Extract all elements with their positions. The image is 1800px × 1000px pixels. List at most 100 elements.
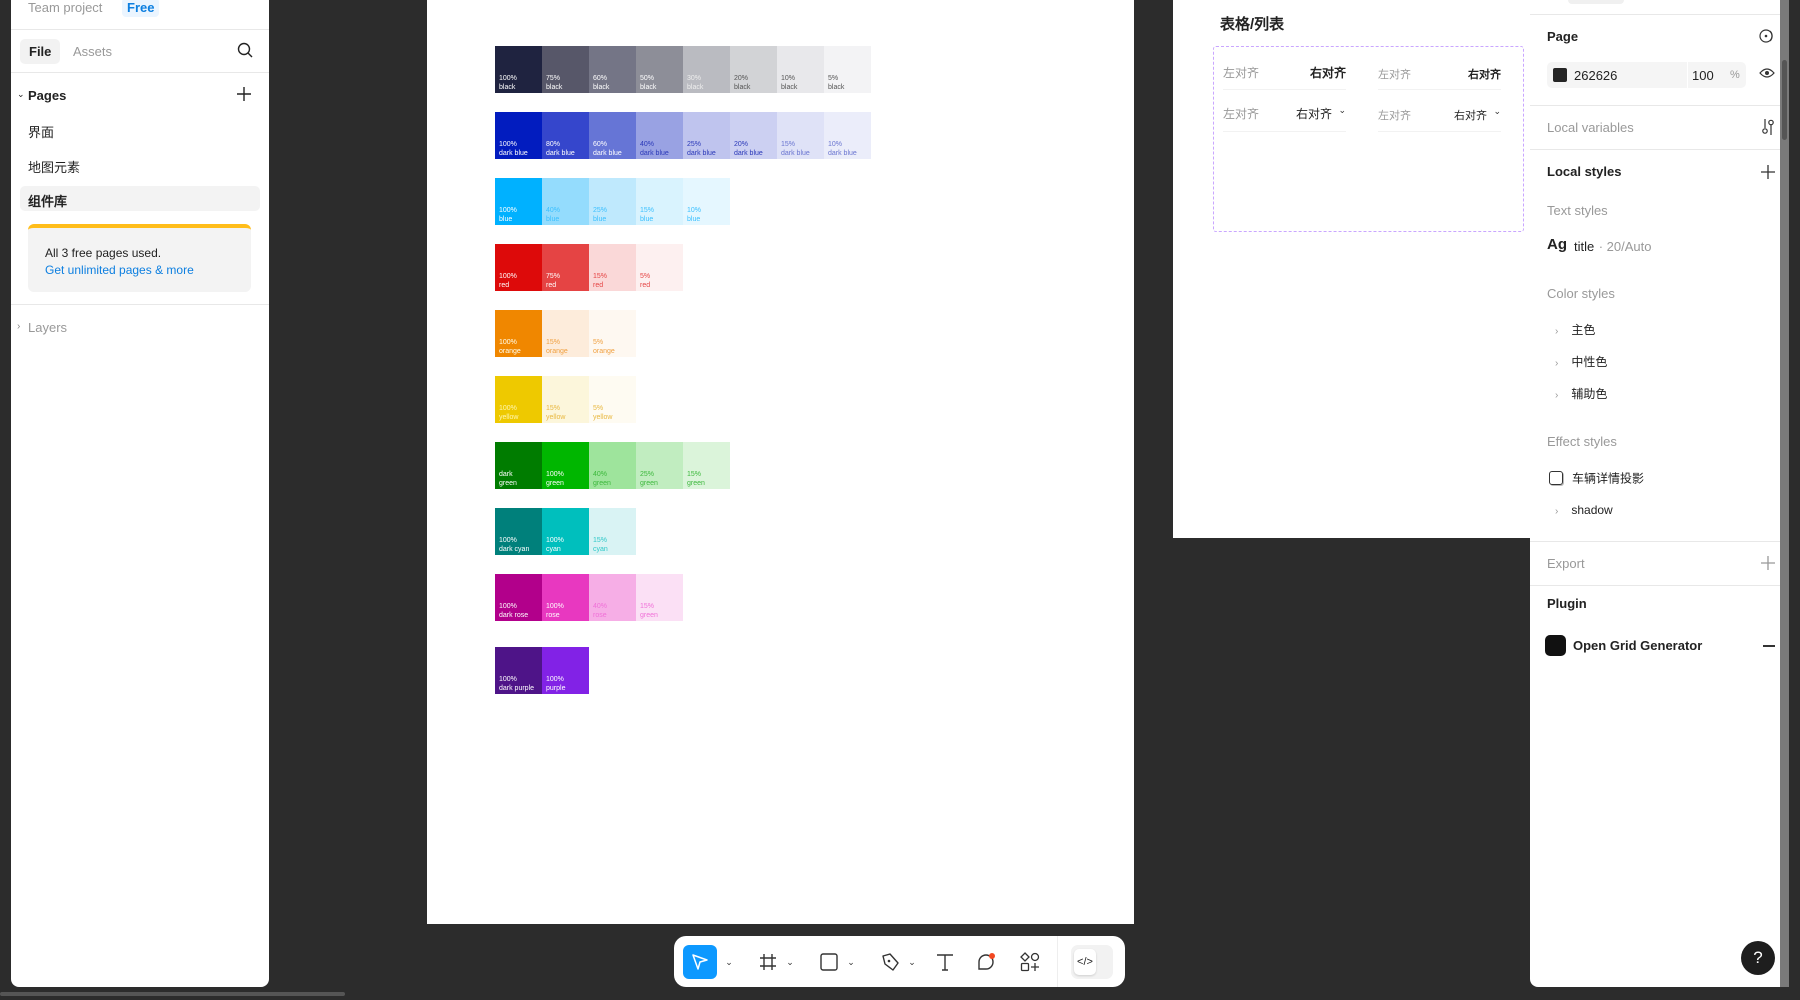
color-swatch-black[interactable]: 100% black	[495, 46, 542, 93]
color-group[interactable]: › 辅助色	[1555, 385, 1607, 403]
color-swatch-rose[interactable]: 100% rose	[542, 574, 589, 621]
color-swatch-red[interactable]: 100% red	[495, 244, 542, 291]
effect-group[interactable]: › shadow	[1555, 501, 1613, 519]
color-swatch-orange[interactable]: 100% orange	[495, 310, 542, 357]
color-swatch-black[interactable]: 50% black	[636, 46, 683, 93]
help-button[interactable]: ?	[1741, 941, 1775, 975]
dev-mode-toggle[interactable]: </>	[1071, 945, 1113, 979]
pen-tool-button[interactable]	[876, 945, 904, 979]
color-swatch-green[interactable]: 25% green	[636, 442, 683, 489]
color-swatch-black[interactable]: 10% black	[777, 46, 824, 93]
chevron-down-icon[interactable]: ⌄	[906, 945, 918, 979]
color-swatch-dark-blue[interactable]: 15% dark blue	[777, 112, 824, 159]
color-swatch-red[interactable]: 15% red	[589, 244, 636, 291]
color-swatch-purple[interactable]: 100% purple	[542, 647, 589, 694]
color-group[interactable]: › 主色	[1555, 321, 1595, 339]
color-group[interactable]: › 中性色	[1555, 353, 1607, 371]
color-swatch-green[interactable]: 100% green	[542, 442, 589, 489]
chevron-down-icon[interactable]: ⌄	[723, 945, 735, 979]
color-swatch-purple[interactable]: 100% dark purple	[495, 647, 542, 694]
plan-badge[interactable]: Free	[122, 0, 160, 17]
color-swatch-cyan[interactable]: 100% cyan	[542, 508, 589, 555]
color-swatch-green[interactable]: 40% green	[589, 442, 636, 489]
list-row[interactable]: 左对齐 右对齐	[1378, 47, 1501, 90]
color-swatch-blue[interactable]: 10% blue	[683, 178, 730, 225]
color-swatch-black[interactable]: 30% black	[683, 46, 730, 93]
color-swatch-blue[interactable]: 15% blue	[636, 178, 683, 225]
color-swatch-orange[interactable]: 5% orange	[589, 310, 636, 357]
opacity-value[interactable]: 100	[1692, 68, 1714, 83]
comment-tool-button[interactable]	[972, 945, 1000, 979]
page-item[interactable]: 地图元素	[28, 157, 80, 176]
color-swatch-dark-blue[interactable]: 80% dark blue	[542, 112, 589, 159]
chevron-down-icon[interactable]: ⌄	[845, 945, 857, 979]
component-set[interactable]: 左对齐 右对齐 左对齐 右对齐 左对齐 右对齐 ⌄ 左对齐 右对齐 ⌄	[1213, 46, 1524, 232]
table-list-frame[interactable]: 表格/列表 左对齐 右对齐 左对齐 右对齐 左对齐 右对齐 ⌄ 左对齐 右对齐 …	[1173, 0, 1530, 538]
search-icon[interactable]	[237, 42, 253, 58]
chevron-right-icon[interactable]: ›	[17, 321, 20, 332]
list-row-dropdown[interactable]: 左对齐 右对齐 ⌄	[1223, 90, 1346, 132]
chevron-down-icon[interactable]: ⌄	[1493, 106, 1501, 117]
page-item[interactable]: 界面	[28, 122, 54, 141]
color-swatch-blue[interactable]: 25% blue	[589, 178, 636, 225]
color-swatch-green[interactable]: 15% green	[683, 442, 730, 489]
color-swatch-red[interactable]: 5% red	[636, 244, 683, 291]
tab-assets[interactable]: Assets	[73, 44, 112, 59]
variables-icon[interactable]	[1761, 119, 1775, 135]
color-swatch-rose[interactable]: 40% rose	[589, 574, 636, 621]
remove-plugin-icon[interactable]	[1763, 645, 1775, 647]
project-name[interactable]: Team project	[28, 0, 102, 15]
eye-icon[interactable]	[1759, 67, 1775, 79]
upgrade-link[interactable]: Get unlimited pages & more	[45, 263, 194, 277]
color-swatch-rose[interactable]: 100% dark rose	[495, 574, 542, 621]
color-swatch-cyan[interactable]: 100% dark cyan	[495, 508, 542, 555]
tab-file[interactable]: File	[20, 39, 61, 64]
chevron-down-icon[interactable]: ⌄	[17, 89, 25, 100]
color-swatch-dark-blue[interactable]: 40% dark blue	[636, 112, 683, 159]
page-item-selected[interactable]: 组件库	[20, 186, 260, 211]
shape-tool-button[interactable]	[815, 945, 843, 979]
color-swatch-red[interactable]: 75% red	[542, 244, 589, 291]
frame-tool-button[interactable]	[754, 945, 782, 979]
page-bg-color-field[interactable]: 262626 100 %	[1547, 62, 1746, 88]
chevron-down-icon[interactable]: ⌄	[784, 945, 796, 979]
color-swatch[interactable]	[1553, 68, 1567, 82]
color-swatch-dark-blue[interactable]: 25% dark blue	[683, 112, 730, 159]
color-swatch-black[interactable]: 60% black	[589, 46, 636, 93]
color-swatch-dark-blue[interactable]: 100% dark blue	[495, 112, 542, 159]
layers-heading[interactable]: Layers	[28, 320, 67, 335]
list-row-dropdown[interactable]: 左对齐 右对齐 ⌄	[1378, 90, 1501, 132]
color-swatch-dark-blue[interactable]: 60% dark blue	[589, 112, 636, 159]
hex-value[interactable]: 262626	[1574, 68, 1617, 83]
color-swatch-green[interactable]: dark green	[495, 442, 542, 489]
color-swatch-cyan[interactable]: 15% cyan	[589, 508, 636, 555]
chevron-down-icon[interactable]: ⌄	[1338, 105, 1346, 116]
text-style-item[interactable]: title · 20/Auto	[1574, 238, 1651, 256]
color-swatch-black[interactable]: 5% black	[824, 46, 871, 93]
styles-icon[interactable]	[1759, 28, 1775, 44]
assets-tool-button[interactable]	[1016, 945, 1044, 979]
add-page-icon[interactable]	[237, 87, 251, 101]
color-swatch-black[interactable]: 20% black	[730, 46, 777, 93]
color-swatch-black[interactable]: 75% black	[542, 46, 589, 93]
color-swatch-yellow[interactable]: 15% yellow	[542, 376, 589, 423]
add-export-icon[interactable]	[1761, 556, 1775, 570]
vertical-scrollbar[interactable]	[1780, 0, 1789, 987]
color-swatch-dark-blue[interactable]: 10% dark blue	[824, 112, 871, 159]
color-swatch-rose[interactable]: 15% green	[636, 574, 683, 621]
color-swatch-dark-blue[interactable]: 20% dark blue	[730, 112, 777, 159]
local-variables[interactable]: Local variables	[1547, 120, 1634, 135]
horizontal-scrollbar[interactable]	[0, 992, 345, 996]
scrollbar-thumb[interactable]	[1782, 60, 1787, 140]
list-row[interactable]: 左对齐 右对齐	[1223, 47, 1346, 90]
color-swatch-orange[interactable]: 15% orange	[542, 310, 589, 357]
add-style-icon[interactable]	[1761, 165, 1775, 179]
effect-style-item[interactable]: 车辆详情投影	[1549, 469, 1644, 487]
color-swatch-yellow[interactable]: 5% yellow	[589, 376, 636, 423]
text-tool-button[interactable]	[931, 945, 959, 979]
plugin-name[interactable]: Open Grid Generator	[1573, 638, 1702, 653]
color-swatch-yellow[interactable]: 100% yellow	[495, 376, 542, 423]
move-tool-button[interactable]	[683, 945, 717, 979]
color-swatch-blue[interactable]: 40% blue	[542, 178, 589, 225]
color-swatch-blue[interactable]: 100% blue	[495, 178, 542, 225]
